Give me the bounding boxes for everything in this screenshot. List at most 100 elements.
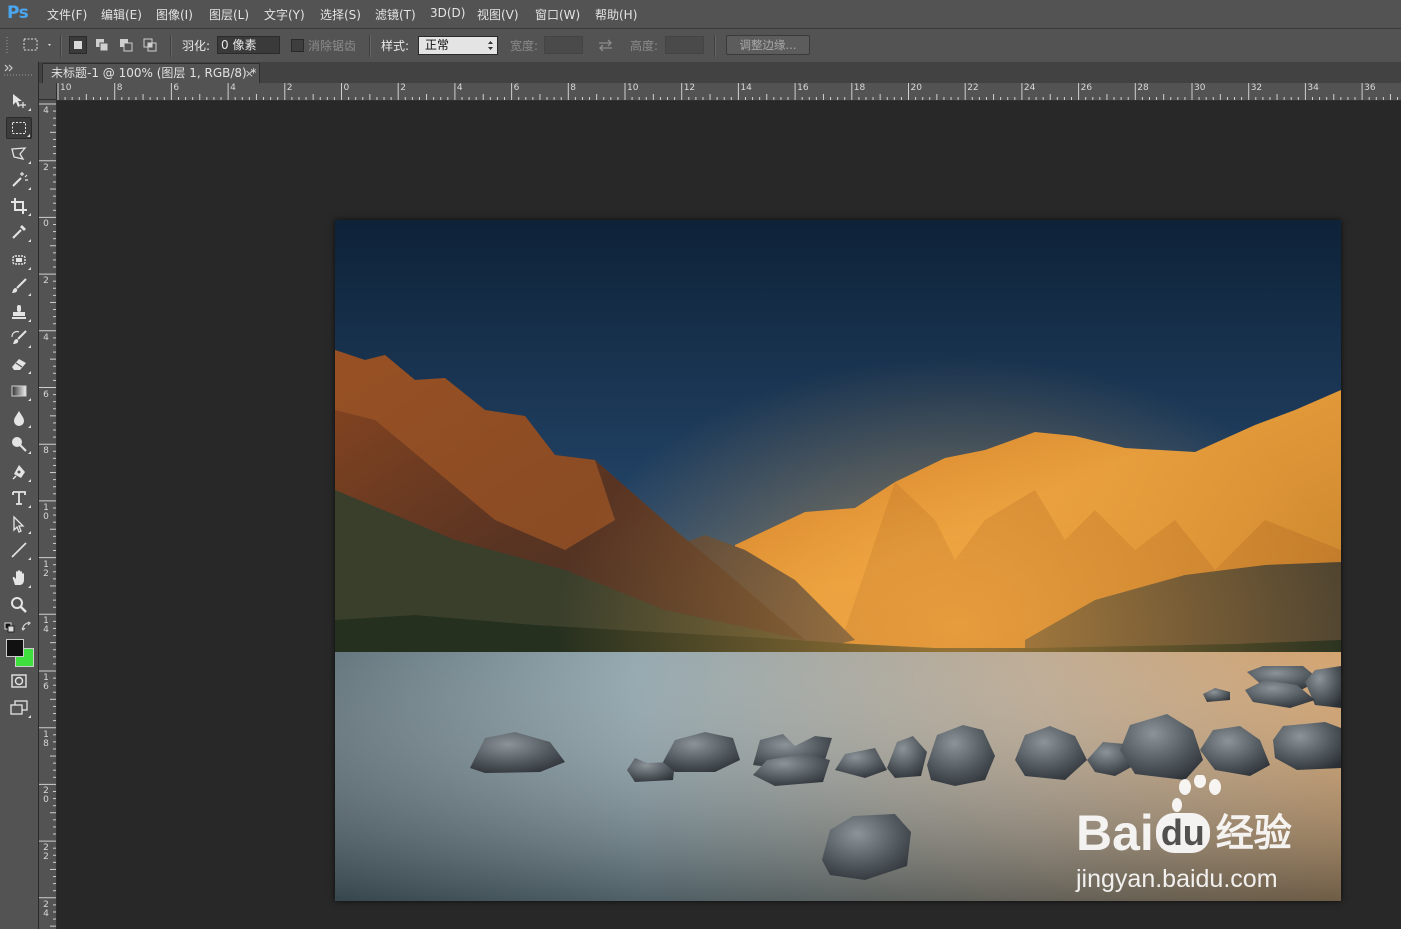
tools-panel [0,62,39,929]
menu-3d[interactable]: 3D(D) [430,6,465,20]
zoom-tool[interactable] [6,594,32,616]
feather-input[interactable]: 0 像素 [217,36,280,54]
menu-image[interactable]: 图像(I) [156,6,193,23]
path-selection-tool[interactable] [6,513,32,535]
line-tool[interactable] [6,539,32,561]
marquee-tool[interactable] [6,117,32,139]
subtract-selection-button[interactable] [117,36,135,54]
crop-tool[interactable] [6,195,32,217]
menu-help[interactable]: 帮助(H) [595,6,637,23]
history-brush-tool[interactable] [6,327,32,349]
brush-tool[interactable] [6,275,32,297]
options-grip[interactable] [6,37,8,55]
menu-window[interactable]: 窗口(W) [535,6,580,23]
polygonal-lasso-icon [11,147,27,160]
rect-marquee-preset-icon [23,38,51,51]
menu-filter[interactable]: 滤镜(T) [375,6,416,23]
ruler-h-label: 6 [513,83,520,93]
document-tab[interactable]: 未标题-1 @ 100% (图层 1, RGB/8) * × [42,63,260,83]
window-controls [1289,6,1389,22]
dodge-tool[interactable] [6,433,32,455]
height-input[interactable] [665,36,704,54]
magic-wand-tool[interactable] [6,169,32,191]
menu-type[interactable]: 文字(Y) [264,6,305,23]
menu-file[interactable]: 文件(F) [47,6,87,23]
new-selection-button[interactable] [69,36,87,54]
menu-select[interactable]: 选择(S) [320,6,361,23]
watermark-brand: Bai [1076,805,1154,861]
ruler-h-label: 10 [60,83,72,93]
ruler-h-label: 30 [1194,83,1206,93]
hand-tool[interactable] [6,567,32,589]
magic-wand-icon [12,172,28,187]
menu-layer[interactable]: 图层(L) [209,6,249,23]
ruler-v-label: 2 [43,276,49,287]
ruler-h-label: 32 [1250,83,1263,93]
gradient-tool[interactable] [6,380,32,402]
ruler-v-label: 14 [43,616,49,636]
ruler-v-label: 4 [43,106,49,116]
eyedropper-tool[interactable] [6,221,32,243]
antialias-label: 消除锯齿 [308,39,357,53]
type-icon [12,491,26,505]
ruler-h-label: 8 [116,83,123,93]
ruler-h-label: 12 [683,83,696,93]
options-bar: 羽化: 0 像素 消除锯齿 样式: 正常 宽度: 高度: 调整边缘... [0,29,1401,63]
pen-icon [12,465,25,480]
brush-icon [12,278,27,293]
collapse-panel-icon[interactable] [4,64,16,72]
tab-close-icon[interactable]: × [245,64,254,83]
ruler-h-label: 14 [740,83,752,93]
ruler-h-label: 4 [230,83,236,93]
ruler-h-label: 4 [456,83,463,93]
pen-tool[interactable] [6,461,32,483]
add-selection-icon [96,39,109,52]
horizontal-ruler[interactable]: 10 8 6 4 2 0 2 4 6 8 10 12 14 16 18 20 22 24 26 28 30 32 34 36 [57,83,1401,101]
foreground-color-swatch[interactable] [6,639,24,657]
width-input[interactable] [544,36,583,54]
healing-brush-tool[interactable] [6,249,32,271]
antialias-checkbox[interactable] [291,39,304,52]
ruler-h-label: 16 [797,83,809,93]
move-tool[interactable] [6,90,32,112]
eraser-tool[interactable] [6,353,32,375]
tool-preset-picker[interactable] [20,36,54,54]
ruler-h-label: 8 [570,83,577,93]
ruler-v-label: 24 [43,899,49,919]
intersect-selection-button[interactable] [141,36,159,54]
refine-edge-button[interactable]: 调整边缘... [726,35,810,55]
ruler-v-label: 4 [43,332,49,343]
document-tab-bar: 未标题-1 @ 100% (图层 1, RGB/8) * × [39,62,1401,84]
lasso-tool[interactable] [6,143,32,165]
type-tool[interactable] [6,487,32,509]
ruler-h-label: 20 [910,83,922,93]
ruler-v-label: 6 [43,389,49,400]
menu-view[interactable]: 视图(V) [477,6,519,23]
bandage-icon [12,255,26,265]
drop-icon [14,411,24,426]
ruler-v-label: 16 [43,673,49,692]
height-label: 高度: [630,39,659,53]
menu-bar: Ps 文件(F) 编辑(E) 图像(I) 图层(L) 文字(Y) 选择(S) 滤… [0,0,1401,29]
swap-colors-icon[interactable] [21,621,33,633]
screen-mode-button[interactable] [6,697,32,719]
default-colors-icon[interactable] [4,622,15,633]
style-select[interactable]: 正常 [418,36,498,55]
stamp-icon [12,305,26,319]
clone-stamp-tool[interactable] [6,301,32,323]
quick-mask-button[interactable] [6,670,32,692]
ruler-origin[interactable] [39,83,57,100]
menu-edit[interactable]: 编辑(E) [101,6,142,23]
ruler-h-label: 6 [173,83,180,93]
history-brush-icon [11,330,27,344]
style-select-value: 正常 [425,38,450,52]
swap-width-height-icon[interactable] [597,38,614,52]
vertical-ruler[interactable]: 42024681012141618202224 [39,100,57,929]
add-selection-button[interactable] [93,36,111,54]
width-label: 宽度: [510,39,539,53]
ruler-v-label: 20 [43,786,49,806]
move-icon [13,94,26,108]
blur-tool[interactable] [6,407,32,429]
baidu-jingyan-watermark: Bai du 经验 jingyan.baidu.com [1072,775,1332,900]
ruler-v-label: 2 [43,162,49,173]
